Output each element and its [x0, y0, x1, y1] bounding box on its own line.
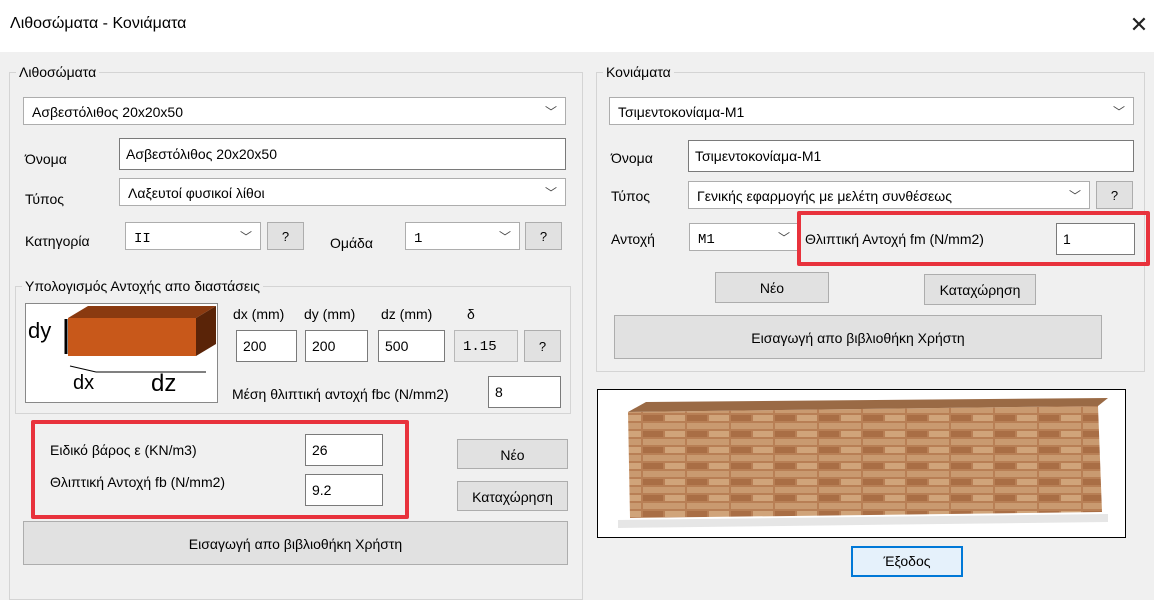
stones-group-title: Λιθοσώματα [19, 64, 97, 80]
chevron-down-icon: ﹀ [777, 231, 790, 245]
dy-column-label: dy (mm) [304, 306, 356, 322]
mortar-name-label: Όνομα [611, 150, 653, 166]
category-help-button[interactable]: ? [267, 222, 304, 250]
stone-type-value: Λαξευτοί φυσικοί λίθοι [128, 185, 265, 201]
mortar-name-field[interactable]: Τσιμεντοκονίαμα-Μ1 [688, 140, 1134, 172]
resistance-value: M1 [698, 232, 715, 248]
mortar-save-button[interactable]: Καταχώρηση [924, 274, 1036, 305]
stone-name-field[interactable]: Ασβεστόλιθος 20x20x50 [119, 138, 566, 170]
mortar-type-value: Γενικής εφαρμογής με μελέτη συνθέσεως [697, 188, 952, 204]
dx-label: dx [73, 372, 95, 394]
strength-fb-label: Θλιπτική Αντοχή fb (N/mm2) [50, 474, 226, 490]
dy-field[interactable]: 200 [305, 330, 368, 362]
stone-category-select[interactable]: II ﹀ [125, 222, 261, 250]
delta-field: 1.15 [454, 330, 518, 362]
stone-category-label: Κατηγορία [25, 233, 90, 249]
group-help-button[interactable]: ? [525, 222, 562, 250]
mortar-new-button[interactable]: Νέο [715, 272, 829, 303]
dx-field[interactable]: 200 [236, 330, 297, 362]
mortar-import-button[interactable]: Εισαγωγή απο βιβλιοθήκη Χρήστη [614, 315, 1102, 359]
resistance-select[interactable]: M1 ﹀ [689, 223, 799, 251]
stone-group-value: 1 [414, 231, 423, 247]
mortar-type-help-button[interactable]: ? [1096, 181, 1133, 209]
delta-help-button[interactable]: ? [524, 330, 561, 362]
dx-column-label: dx (mm) [233, 306, 285, 322]
stone-group-label: Ομάδα [330, 235, 373, 251]
stone-name-label: Όνομα [25, 151, 67, 167]
mortar-type-select[interactable]: Γενικής εφαρμογής με μελέτη συνθέσεως ﹀ [688, 181, 1090, 209]
chevron-down-icon: ﹀ [498, 230, 511, 244]
strength-fm-label: Θλιπτική Αντοχή fm (N/mm2) [805, 231, 984, 247]
mortar-type-label: Τύπος [611, 188, 650, 204]
stone-save-button[interactable]: Καταχώρηση [457, 481, 568, 511]
resistance-label: Αντοχή [611, 231, 655, 247]
mortars-group-title: Κονιάματα [606, 64, 671, 80]
dz-field[interactable]: 500 [378, 330, 445, 362]
strength-fm-field[interactable]: 1 [1056, 223, 1135, 255]
weight-field[interactable]: 26 [305, 434, 383, 466]
stone-type-select[interactable]: Λαξευτοί φυσικοί λίθοι ﹀ [119, 178, 566, 206]
chevron-down-icon: ﹀ [544, 105, 557, 119]
exit-button[interactable]: Έξοδος [851, 546, 963, 577]
masonry-wall-image [597, 389, 1126, 538]
mortar-preset-select[interactable]: Τσιμεντοκονίαμα-Μ1 ﹀ [609, 97, 1134, 125]
stone-new-button[interactable]: Νέο [457, 439, 568, 469]
stone-category-value: II [134, 231, 151, 247]
brick-dimensions-image: dy dx dz [25, 303, 218, 403]
mortar-preset-value: Τσιμεντοκονίαμα-Μ1 [618, 104, 745, 120]
dz-label: dz [151, 370, 177, 397]
dz-column-label: dz (mm) [381, 306, 433, 322]
brick-drawing [64, 306, 216, 373]
dimensions-group-title: Υπολογισμός Αντοχής απο διαστάσεις [25, 278, 260, 294]
window-title: Λιθοσώματα - Κονιάματα [10, 15, 187, 32]
strength-fb-field[interactable]: 9.2 [305, 474, 383, 506]
mean-strength-label: Μέση θλιπτική αντοχή fbc (N/mm2) [232, 386, 449, 402]
stone-import-button[interactable]: Εισαγωγή απο βιβλιοθήκη Χρήστη [23, 521, 568, 565]
brick-wall-drawing [618, 398, 1108, 528]
chevron-down-icon: ﹀ [1112, 105, 1125, 119]
stone-type-label: Τύπος [25, 191, 64, 207]
close-icon[interactable]: ✕ [1124, 10, 1154, 40]
stone-preset-select[interactable]: Ασβεστόλιθος 20x20x50 ﹀ [23, 97, 566, 125]
chevron-down-icon: ﹀ [239, 230, 252, 244]
chevron-down-icon: ﹀ [544, 186, 557, 200]
mean-strength-field[interactable]: 8 [488, 376, 561, 408]
weight-label: Ειδικό βάρος ε (KN/m3) [50, 442, 197, 458]
chevron-down-icon: ﹀ [1068, 189, 1081, 203]
delta-column-label: δ [467, 306, 475, 322]
stone-preset-value: Ασβεστόλιθος 20x20x50 [32, 104, 183, 120]
dy-label: dy [28, 318, 52, 343]
stone-group-select[interactable]: 1 ﹀ [405, 222, 520, 250]
